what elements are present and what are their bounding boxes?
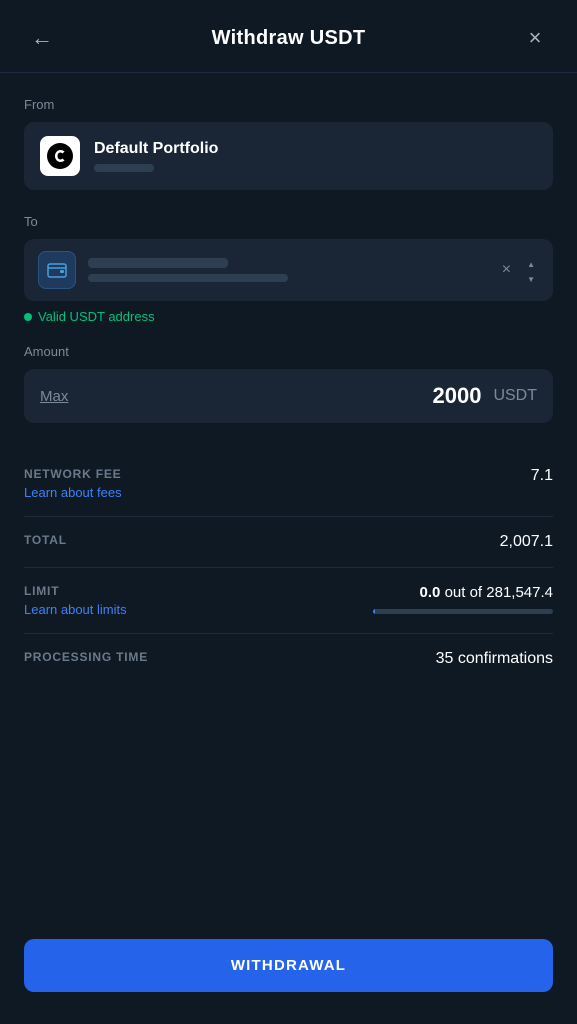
address-chevron-button[interactable] — [523, 252, 539, 289]
portfolio-icon — [40, 136, 80, 176]
valid-address-text: Valid USDT address — [38, 309, 155, 324]
network-fee-left: NETWORK FEE Learn about fees — [24, 467, 122, 500]
header: ← Withdraw USDT × — [0, 0, 577, 73]
processing-time-left: PROCESSING TIME — [24, 650, 148, 664]
to-actions: × — [498, 252, 539, 289]
portfolio-sub-bar — [94, 164, 154, 172]
clear-address-button[interactable]: × — [498, 257, 515, 283]
amount-currency: USDT — [493, 387, 537, 405]
limit-bar — [373, 609, 553, 614]
limit-max: 281,547.4 — [486, 584, 553, 601]
to-label: To — [24, 214, 553, 229]
page-title: Withdraw USDT — [212, 27, 366, 50]
total-key: TOTAL — [24, 533, 67, 547]
content-area: From Default Portfolio To × — [0, 73, 577, 919]
network-fee-key: NETWORK FEE — [24, 467, 122, 481]
limit-current: 0.0 — [420, 584, 441, 601]
processing-time-key: PROCESSING TIME — [24, 650, 148, 664]
from-label: From — [24, 97, 553, 112]
limit-row: LIMIT Learn about limits 0.0 out of 281,… — [24, 568, 553, 634]
chevron-up-icon — [527, 256, 535, 270]
address-input-area[interactable] — [88, 258, 486, 282]
limit-values: 0.0 out of 281,547.4 — [420, 584, 553, 601]
processing-time-value: 35 confirmations — [436, 650, 553, 668]
total-row: TOTAL 2,007.1 — [24, 517, 553, 568]
address-bar-bottom — [88, 274, 288, 282]
total-value: 2,007.1 — [500, 533, 553, 551]
learn-fees-link[interactable]: Learn about fees — [24, 485, 122, 500]
max-button[interactable]: Max — [40, 388, 68, 405]
limit-bar-fill — [373, 609, 375, 614]
amount-card: Max 2000 USDT — [24, 369, 553, 423]
wallet-icon — [38, 251, 76, 289]
portfolio-name: Default Portfolio — [94, 140, 218, 158]
close-button[interactable]: × — [517, 20, 553, 56]
limit-key: LIMIT — [24, 584, 127, 598]
amount-value: 2000 — [68, 383, 481, 409]
total-left: TOTAL — [24, 533, 67, 547]
withdrawal-button[interactable]: WITHDRAWAL — [24, 939, 553, 992]
valid-dot — [24, 313, 32, 321]
learn-limits-link[interactable]: Learn about limits — [24, 602, 127, 617]
from-card[interactable]: Default Portfolio — [24, 122, 553, 190]
network-fee-value: 7.1 — [531, 467, 553, 485]
address-bar-top — [88, 258, 228, 268]
to-card: × — [24, 239, 553, 301]
chevron-down-icon — [527, 271, 535, 285]
limit-right: 0.0 out of 281,547.4 — [373, 584, 553, 614]
network-fee-row: NETWORK FEE Learn about fees 7.1 — [24, 451, 553, 517]
amount-label: Amount — [24, 344, 553, 359]
footer: WITHDRAWAL — [0, 919, 577, 1024]
back-button[interactable]: ← — [24, 20, 60, 56]
processing-time-row: PROCESSING TIME 35 confirmations — [24, 634, 553, 684]
valid-address-indicator: Valid USDT address — [24, 309, 553, 324]
limit-separator: out of — [445, 584, 487, 601]
limit-left: LIMIT Learn about limits — [24, 584, 127, 617]
portfolio-info: Default Portfolio — [94, 140, 218, 172]
